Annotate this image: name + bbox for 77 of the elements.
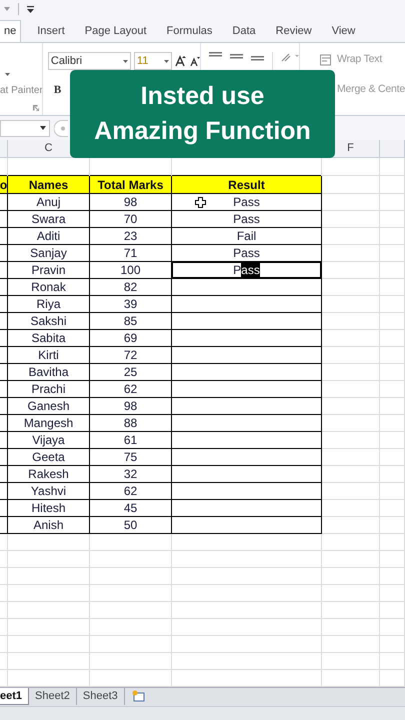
- table-cell-text: Vijaya: [31, 432, 66, 448]
- dropdown-arrow-icon[interactable]: [164, 60, 169, 62]
- ribbon-tab[interactable]: Page Layout: [76, 20, 155, 42]
- ribbon-tab[interactable]: Formulas: [158, 20, 220, 42]
- table-cell-text: 39: [122, 296, 138, 312]
- table-cell-text: Riya: [35, 296, 62, 312]
- table-cell-text: Mangesh: [22, 415, 74, 431]
- dropdown-arrow-icon[interactable]: [122, 60, 128, 62]
- table-cell-text: 69: [122, 330, 138, 346]
- ribbon-tab[interactable]: Review: [268, 20, 320, 42]
- bold-button[interactable]: B: [54, 82, 64, 98]
- table-header-cell: Result: [172, 176, 321, 193]
- table-cell-text: 61: [122, 432, 138, 448]
- table-cell-text: 62: [122, 483, 138, 499]
- table-cell-text: Hitesh: [30, 500, 66, 516]
- table-cell-text: 98: [122, 398, 138, 414]
- table-cell-text: 82: [122, 279, 138, 295]
- table-cell-text: Ganesh: [26, 398, 71, 414]
- table-header-cell: Total Marks: [90, 176, 171, 193]
- table-cell-text: Prachi: [30, 381, 66, 397]
- column-header[interactable]: F: [347, 140, 354, 157]
- column-header[interactable]: C: [44, 140, 52, 157]
- table-cell-text: 23: [122, 228, 138, 244]
- table-cell-text: 85: [122, 313, 138, 329]
- table-cell-text: Pass: [233, 245, 260, 262]
- table-cell-text: 98: [122, 194, 138, 210]
- sheet-tab[interactable]: eet1: [0, 688, 30, 705]
- ribbon-tab[interactable]: View: [324, 20, 364, 42]
- insert-sheet-icon[interactable]: [130, 690, 145, 702]
- text-orientation-icon[interactable]: [281, 52, 300, 62]
- table-cell-text: Kirti: [37, 347, 60, 363]
- table-cell-text: 71: [122, 245, 138, 261]
- table-cell-text: Aditi: [36, 228, 62, 244]
- grow-font-icon[interactable]: [174, 55, 187, 67]
- table-cell-text: 25: [122, 364, 138, 380]
- table-cell-text: Geeta: [31, 449, 66, 465]
- ribbon-tab[interactable]: Data: [224, 20, 264, 42]
- table-cell-text: Fail: [236, 228, 256, 245]
- table-cell-text: Pass: [233, 211, 260, 228]
- dropdown-arrow-icon[interactable]: [4, 7, 10, 11]
- shrink-font-icon[interactable]: [190, 56, 200, 66]
- font-name-field[interactable]: Calibri: [48, 52, 131, 70]
- wrap-text-icon[interactable]: [320, 54, 333, 66]
- table-cell-text: Rakesh: [27, 466, 70, 482]
- active-cell: Pass: [172, 262, 321, 278]
- table-cell-text: Yashvi: [30, 483, 68, 499]
- table-cell-text: 32: [122, 466, 138, 482]
- ribbon-tab[interactable]: Insert: [29, 20, 73, 42]
- table-cell-text: Sanjay: [29, 245, 68, 261]
- table-cell-text: Pass: [233, 194, 260, 211]
- dialog-launcher-icon[interactable]: [33, 105, 39, 111]
- cell-cursor-icon: [195, 197, 206, 208]
- table-cell-text: 50: [122, 517, 138, 533]
- dropdown-arrow-icon[interactable]: [5, 73, 10, 76]
- table-cell-text: Sabita: [30, 330, 67, 346]
- table-cell-text: Bavitha: [27, 364, 70, 380]
- sheet-tab[interactable]: Sheet2: [29, 688, 77, 705]
- table-cell-text: 75: [122, 449, 138, 465]
- table-cell-text: 72: [122, 347, 138, 363]
- table-header-cell: Names: [8, 176, 89, 193]
- table-cell-text: 45: [122, 500, 138, 516]
- customize-toolbar-icon[interactable]: [27, 6, 34, 12]
- ribbon-tab[interactable]: ne: [0, 20, 22, 42]
- format-painter-label[interactable]: at Painter: [0, 83, 42, 98]
- table-cell-text: Anish: [32, 517, 65, 533]
- table-cell-text: 70: [122, 211, 138, 227]
- table-cell-text: Sakshi: [29, 313, 68, 329]
- table-cell-text: 100: [119, 262, 142, 278]
- table-cell-text: Anuj: [35, 194, 62, 210]
- table-cell-text: Ronak: [30, 279, 67, 295]
- table-cell-text: Pravin: [30, 262, 66, 278]
- table-header-cell: o: [0, 176, 7, 193]
- table-cell-text: 62: [122, 381, 138, 397]
- banner-title: Insted use Amazing Function: [94, 81, 311, 147]
- table-cell-text: 88: [122, 415, 138, 431]
- table-cell-text: Swara: [30, 211, 66, 227]
- sheet-tab[interactable]: Sheet3: [76, 688, 125, 705]
